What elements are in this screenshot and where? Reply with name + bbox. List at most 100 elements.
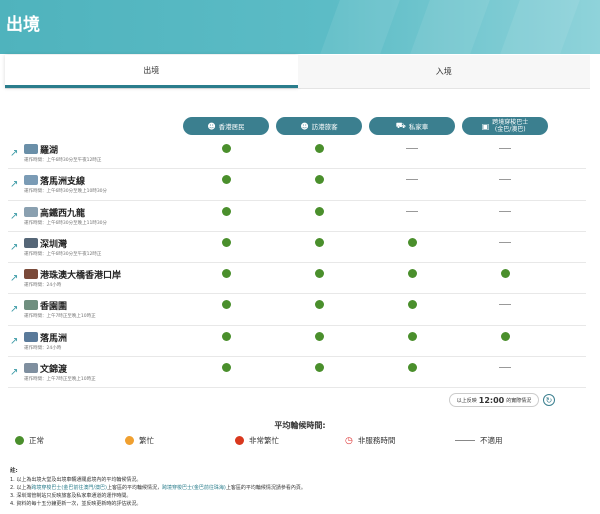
legend-not-applicable: 不適用 [455, 435, 503, 446]
table-row: ↗ 文錦渡運作時間：上午7時正至晚上10時正 [8, 357, 586, 389]
clock-icon: ◷ [345, 435, 353, 446]
status-cell [369, 363, 455, 373]
control-point-name[interactable]: 高鐵西九龍 [40, 206, 85, 219]
status-cell [462, 207, 548, 212]
legend: 正常 繁忙 非常繁忙 ◷ 非服務時間 不適用 [15, 435, 585, 449]
control-point-name[interactable]: 文錦渡 [40, 362, 67, 375]
status-normal-dot-icon [314, 331, 324, 341]
status-normal-dot-icon [221, 175, 231, 185]
column-headers: ☻ 香港居民 ☻ 訪港旅客 ⛟ 私家車 ▣ 跨境穿梭巴士 (金巴/澳巴) [0, 117, 600, 135]
table-row: ↗ 深圳灣 運作時間：上午6時30分至午夜12時正 [8, 232, 586, 264]
update-time-badge: 以上反映 12:00 的實際情況 [449, 393, 539, 407]
status-cell [183, 363, 269, 373]
status-cell [462, 269, 548, 279]
table-row: ↗ 落馬洲 運作時間：24小時 [8, 326, 586, 358]
arrow-up-right-icon[interactable]: ↗ [10, 304, 18, 315]
arrow-up-right-icon[interactable]: ↗ [10, 211, 18, 222]
not-applicable-dash-icon [499, 241, 511, 243]
note-3: 3. 深圳灣管制站只反映旅客及私家車通道的運作時間。 [10, 493, 132, 499]
control-point-thumbnail [24, 237, 38, 248]
control-point-name[interactable]: 深圳灣 [40, 237, 67, 250]
control-point-name[interactable]: 落馬洲 [40, 331, 67, 344]
refresh-icon[interactable]: ↻ [543, 394, 555, 406]
person-icon: ☻ [207, 121, 216, 131]
hero-banner: 出境 [0, 0, 600, 54]
note-link-zhuhai[interactable]: 跨境穿梭巴士(金巴前往珠海) [162, 485, 226, 491]
operating-hours: 運作時間：上午6時30分至午夜12時正 [24, 158, 102, 163]
legend-very-busy: 非常繁忙 [235, 435, 279, 446]
column-visitors[interactable]: ☻ 訪港旅客 [276, 117, 362, 135]
arrow-up-right-icon[interactable]: ↗ [10, 367, 18, 378]
status-normal-dot-icon [221, 206, 231, 216]
column-cross-border-bus[interactable]: ▣ 跨境穿梭巴士 (金巴/澳巴) [462, 117, 548, 135]
arrow-up-right-icon[interactable]: ↗ [10, 273, 18, 284]
car-icon: ⛟ [395, 121, 406, 130]
legend-normal: 正常 [15, 435, 44, 446]
status-normal-dot-icon [407, 237, 417, 247]
status-cell [183, 300, 269, 310]
table-row: ↗ 羅湖運作時間：上午6時30分至午夜12時正 [8, 138, 586, 170]
status-cell [276, 269, 362, 279]
status-normal-dot-icon [407, 269, 417, 279]
column-private-car[interactable]: ⛟ 私家車 [369, 117, 455, 135]
person-icon: ☻ [300, 121, 309, 131]
not-applicable-dash-icon [499, 148, 511, 149]
status-cell [276, 144, 362, 153]
page-title: 出境 [6, 15, 40, 35]
operating-hours: 運作時間：上午6時30分至午夜12時正 [24, 251, 102, 257]
status-cell [183, 269, 269, 279]
note-1: 1. 以上為出境大堂及出境車輛通關處境內的平均輪候情況。 [10, 477, 142, 483]
status-cell [183, 206, 269, 216]
table-row: ↗ 落馬洲支線 運作時間：上午6時30分至晚上10時30分 [8, 169, 586, 201]
column-hk-residents[interactable]: ☻ 香港居民 [183, 117, 269, 135]
status-cell [369, 175, 455, 181]
status-cell [369, 269, 455, 279]
legend-busy: 繁忙 [125, 435, 154, 446]
status-cell [369, 207, 455, 212]
control-point-name[interactable]: 香園圍 [40, 299, 67, 312]
arrow-up-right-icon[interactable]: ↗ [10, 242, 18, 253]
status-cell [369, 331, 455, 341]
status-normal-dot-icon [314, 206, 324, 216]
status-normal-dot-icon [314, 363, 324, 373]
status-normal-dot-icon [314, 144, 324, 153]
not-applicable-dash-icon [499, 367, 511, 369]
operating-hours: 運作時間：上午7時正至晚上10時正 [24, 377, 96, 383]
status-normal-dot-icon [314, 237, 324, 247]
note-2: 2. 以上為跨境穿梭巴士(金巴前往澳門/澳巴)上客區的平均輪候情況，跨境穿梭巴士… [10, 485, 306, 491]
tab-departure[interactable]: 出境 [5, 55, 298, 88]
status-normal-dot-icon [221, 300, 231, 310]
control-point-name[interactable]: 落馬洲支線 [40, 174, 85, 187]
status-cell [462, 363, 548, 369]
table-row: ↗ 高鐵西九龍 運作時間：上午6時30分至晚上11時30分 [8, 201, 586, 232]
notes-heading: 註: [10, 468, 18, 474]
status-normal-dot-icon [221, 269, 231, 279]
tab-arrival[interactable]: 入境 [297, 55, 590, 88]
status-cell [276, 300, 362, 310]
bus-label-line2: (金巴/澳巴) [494, 126, 526, 133]
status-cell [276, 206, 362, 216]
bus-icon: ▣ [481, 121, 490, 131]
notes: 註: 1. 以上為出境大堂及出境車輛通關處境內的平均輪候情況。 2. 以上為跨境… [10, 466, 590, 508]
not-applicable-dash-icon [406, 210, 418, 212]
note-link-kwoon-chung[interactable]: 跨境穿梭巴士(金巴前往澳門/澳巴) [31, 485, 107, 491]
status-normal-dot-icon [500, 269, 510, 279]
arrow-up-right-icon[interactable]: ↗ [10, 336, 18, 347]
status-cell [276, 237, 362, 247]
arrow-up-right-icon[interactable]: ↗ [10, 179, 18, 190]
not-applicable-dash-icon [499, 304, 511, 306]
control-point-name[interactable]: 港珠澳大橋香港口岸 [40, 268, 121, 281]
status-cell [276, 331, 362, 341]
status-cell [462, 175, 548, 181]
operating-hours: 運作時間：上午6時30分至晚上11時30分 [24, 220, 108, 226]
status-normal-dot-icon [407, 300, 417, 310]
operating-hours: 運作時間：24小時 [24, 345, 62, 351]
update-time: 12:00 [478, 395, 505, 405]
dash-icon [455, 440, 475, 441]
control-point-name[interactable]: 羅湖 [40, 143, 58, 156]
red-dot-icon [235, 436, 244, 445]
arrow-up-right-icon[interactable]: ↗ [10, 148, 18, 159]
table-row: ↗ 港珠澳大橋香港口岸運作時間：24小時 [8, 263, 586, 295]
status-normal-dot-icon [407, 331, 417, 341]
operating-hours: 運作時間：24小時 [24, 283, 62, 289]
